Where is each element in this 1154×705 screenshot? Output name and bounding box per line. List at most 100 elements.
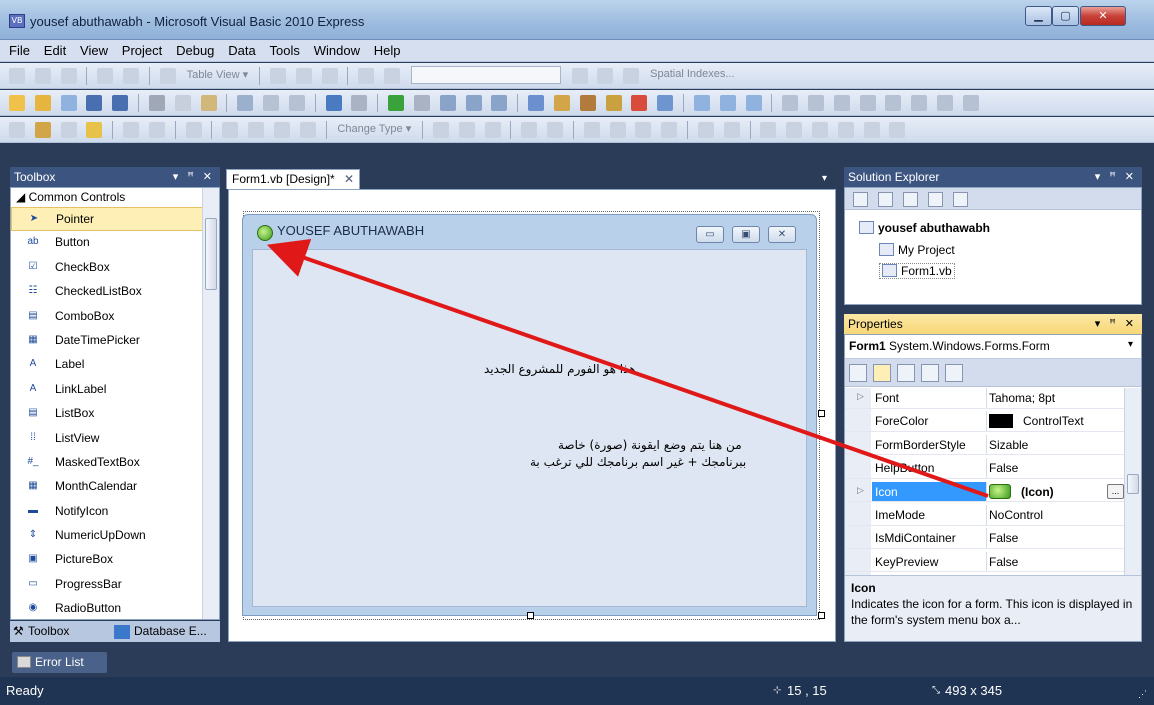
events-icon[interactable] <box>921 364 939 382</box>
toolbar-icon[interactable] <box>159 68 176 84</box>
toolbar-icon[interactable] <box>269 68 286 84</box>
toolbox-group-common-controls[interactable]: ◢ Common Controls <box>11 188 219 207</box>
toolbar-icon[interactable] <box>521 122 538 138</box>
menu-debug[interactable]: Debug <box>171 40 219 58</box>
toolbar-icon[interactable] <box>123 68 140 84</box>
toolbar-icon[interactable] <box>786 122 803 138</box>
toolbar-icon[interactable] <box>384 68 400 84</box>
alphabetical-icon[interactable] <box>873 364 891 382</box>
view-code-icon[interactable] <box>928 192 943 207</box>
toolbar-icon[interactable] <box>962 95 979 111</box>
toolbar-icon[interactable] <box>248 122 265 138</box>
toolbar-icon[interactable] <box>458 122 475 138</box>
menu-data[interactable]: Data <box>223 40 260 58</box>
toolbar-combo[interactable] <box>410 66 561 84</box>
toolbar-icon[interactable] <box>86 122 103 138</box>
toolbar-icon[interactable] <box>491 95 508 111</box>
toolbar-icon[interactable] <box>863 122 880 138</box>
redo-icon[interactable] <box>351 95 368 111</box>
toolbox-item-checkedlistbox[interactable]: ☷ CheckedListBox <box>11 280 219 304</box>
toolbox-item-listbox[interactable]: ▤ ListBox <box>11 402 219 426</box>
toolbar-icon[interactable] <box>123 122 140 138</box>
toolbox-item-progressbar[interactable]: ▭ ProgressBar <box>11 573 219 597</box>
property-value[interactable]: Tahoma; 8pt <box>989 391 1055 405</box>
toolbar-icon[interactable] <box>661 122 678 138</box>
properties-icon[interactable] <box>553 95 570 111</box>
toolbar-icon[interactable] <box>60 122 77 138</box>
resize-grip-icon[interactable]: ⋰ <box>1138 689 1147 700</box>
spatial-indexes-button[interactable]: Spatial Indexes... <box>650 68 734 80</box>
tab-form1-design[interactable]: Form1.vb [Design]* ✕ <box>226 169 361 189</box>
property-value[interactable]: Sizable <box>989 438 1028 452</box>
toolbox-item-checkbox[interactable]: ☑ CheckBox <box>11 256 219 280</box>
toolbar-icon[interactable] <box>811 122 828 138</box>
minimize-button[interactable]: ▁ <box>1025 6 1052 26</box>
property-row-formborderstyle[interactable]: FormBorderStyle Sizable <box>845 434 1127 456</box>
properties-view-icon[interactable] <box>897 364 915 382</box>
toolbar-icon[interactable] <box>222 122 239 138</box>
toolbox-item-button[interactable]: ab Button <box>11 231 219 255</box>
property-value[interactable]: False <box>989 461 1018 475</box>
toolbox-item-listview[interactable]: ⁞⁞ ListView <box>11 427 219 451</box>
toolbar-icon[interactable] <box>889 122 906 138</box>
show-all-files-icon[interactable] <box>853 192 868 207</box>
view-designer-icon[interactable] <box>953 192 968 207</box>
paste-icon[interactable] <box>200 95 217 111</box>
menu-view[interactable]: View <box>75 40 113 58</box>
uncomment-icon[interactable] <box>288 95 305 111</box>
solution-explorer-icon[interactable] <box>528 95 545 111</box>
close-tab-icon[interactable]: ✕ <box>344 172 354 186</box>
toolbar-icon[interactable] <box>60 68 77 84</box>
tree-project[interactable]: yousef abuthawabh <box>859 221 990 235</box>
toolbox-tools-icon[interactable] <box>579 95 596 111</box>
toolbar-icon[interactable] <box>583 122 600 138</box>
toolbar-icon[interactable] <box>859 95 876 111</box>
tab-error-list[interactable]: Error List <box>12 652 107 673</box>
properties-icon[interactable] <box>878 192 893 207</box>
label-form-description[interactable]: هذا هو الفورم للمشروع الجديد <box>484 362 636 376</box>
property-value[interactable]: False <box>989 531 1018 545</box>
maximize-button[interactable]: ▢ <box>1052 6 1079 26</box>
resize-handle-bottom-right[interactable] <box>818 612 825 619</box>
close-button[interactable]: ✕ <box>1080 6 1126 26</box>
toolbar-icon[interactable] <box>885 95 902 111</box>
property-pages-icon[interactable] <box>945 364 963 382</box>
toolbar-icon[interactable] <box>299 122 316 138</box>
properties-scrollbar[interactable] <box>1124 388 1141 575</box>
save-all-icon[interactable] <box>112 95 129 111</box>
property-row-helpbutton[interactable]: HelpButton False <box>845 458 1127 479</box>
label-icon-instruction-line2[interactable]: ببرنامجك + غير اسم برنامجك للي ترغب بة <box>530 455 746 469</box>
toolbar-icon[interactable] <box>635 122 652 138</box>
property-row-icon[interactable]: ▷... Icon (Icon) <box>845 481 1127 503</box>
copy-icon[interactable] <box>174 95 191 111</box>
stop-icon[interactable] <box>413 95 430 111</box>
add-item-icon[interactable] <box>60 95 77 111</box>
toolbar-icon[interactable] <box>432 122 449 138</box>
save-icon[interactable] <box>86 95 103 111</box>
tree-form1[interactable]: Form1.vb <box>879 263 955 279</box>
toolbar-icon[interactable] <box>760 122 777 138</box>
toolbox-item-label[interactable]: A Label <box>11 353 219 377</box>
open-folder-icon[interactable] <box>34 95 51 111</box>
properties-title-bar[interactable]: Properties ▾ ꟸ ✕ <box>844 314 1142 334</box>
toolbar-icon[interactable] <box>571 68 588 84</box>
toolbar-icon[interactable] <box>719 95 736 111</box>
toolbox-item-pointer[interactable]: ➤ Pointer <box>11 207 219 232</box>
browse-icon-button[interactable]: ... <box>1107 483 1124 499</box>
comment-icon[interactable] <box>263 95 280 111</box>
toolbar-icon[interactable] <box>657 95 674 111</box>
toolbox-item-combobox[interactable]: ▤ ComboBox <box>11 305 219 329</box>
resize-handle-right[interactable] <box>818 410 825 417</box>
toolbox-item-datetimepicker[interactable]: ▦ DateTimePicker <box>11 329 219 353</box>
toolbar-icon[interactable] <box>321 68 338 84</box>
toolbox-item-monthcalendar[interactable]: ▦ MonthCalendar <box>11 475 219 499</box>
toolbox-item-picturebox[interactable]: ▣ PictureBox <box>11 548 219 572</box>
toolbox-item-notifyicon[interactable]: ▬ NotifyIcon <box>11 500 219 524</box>
menu-edit[interactable]: Edit <box>39 40 71 58</box>
label-icon-instruction-line1[interactable]: من هنا يتم وضع ايقونة (صورة) خاصة <box>558 438 742 452</box>
solution-explorer-title-bar[interactable]: Solution Explorer ▾ ꟸ ✕ <box>844 167 1142 187</box>
toolbar-icon[interactable] <box>34 122 51 138</box>
property-row-imemode[interactable]: ImeMode NoControl <box>845 505 1127 526</box>
expand-icon[interactable]: ▷ <box>857 391 864 402</box>
toolbox-item-radiobutton[interactable]: ◉ RadioButton <box>11 597 219 619</box>
